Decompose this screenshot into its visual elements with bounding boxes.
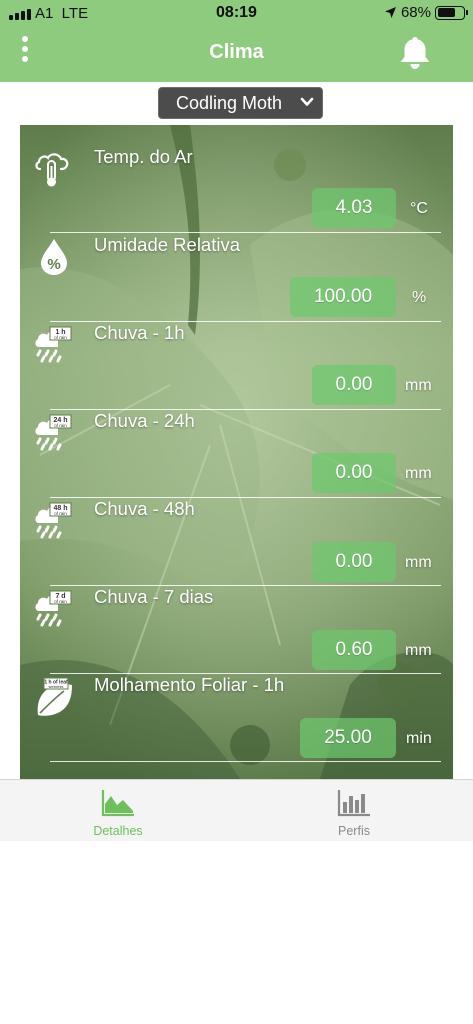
row-divider — [50, 232, 441, 233]
row-value-leaf-wetness: 25.00 — [300, 718, 396, 758]
rain-24h-badge-bottom: of rain — [54, 423, 67, 428]
rain-7d-badge-bottom: of rain — [54, 599, 67, 604]
row-label-rain-48h: Chuva - 48h — [94, 498, 195, 519]
row-label-rain-24h: Chuva - 24h — [94, 410, 195, 431]
row-value-rain-7d: 0.60 — [312, 630, 396, 670]
tab-perfis[interactable]: Perfis — [294, 788, 414, 838]
model-dropdown[interactable]: Codling Moth — [158, 87, 323, 119]
battery-percent: 68% — [400, 4, 431, 21]
row-value-rain-1h: 0.00 — [312, 365, 396, 405]
row-label-temp: Temp. do Ar — [94, 146, 193, 167]
selector-row: Codling Moth — [0, 82, 473, 125]
cloud-thermometer-icon — [35, 153, 69, 187]
bar-chart-icon — [337, 790, 370, 817]
rain-7d-icon: 7 d of rain — [35, 590, 72, 627]
location-arrow-icon — [384, 7, 396, 18]
area-chart-icon — [101, 790, 134, 817]
battery-fill — [437, 8, 455, 17]
row-value-rain-48h: 0.00 — [312, 542, 396, 582]
row-label-rain-1h: Chuva - 1h — [94, 322, 185, 343]
top-bar: A1 LTE 08:19 68% Clima — [0, 0, 473, 82]
tab-perfis-label: Perfis — [338, 824, 370, 838]
model-dropdown-value: Codling Moth — [176, 92, 283, 113]
bottom-tab-bar: Detalhes Perfis — [0, 779, 473, 841]
chevron-down-icon — [300, 97, 314, 106]
rain-48h-badge-bottom: of rain — [54, 511, 67, 516]
rain-1h-badge-bottom: of rain — [54, 335, 67, 340]
weather-panel: Temp. do Ar 4.03 °C % Umidade Relativa 1… — [20, 125, 453, 779]
rain-24h-icon: 24 h of rain — [35, 414, 72, 451]
row-unit-rain-1h: mm — [405, 377, 432, 394]
leaf-wetness-icon: 1 h of leaf wetness — [37, 677, 72, 716]
battery-icon — [435, 5, 468, 20]
row-unit-rain-7d: mm — [405, 642, 432, 659]
row-unit-rain-24h: mm — [405, 465, 432, 482]
row-label-rain-7d: Chuva - 7 dias — [94, 586, 214, 607]
rain-48h-icon: 48 h of rain — [35, 502, 72, 539]
bell-icon[interactable] — [396, 34, 434, 72]
row-value-rain-24h: 0.00 — [312, 453, 396, 493]
humidity-drop-icon: % — [41, 239, 67, 275]
status-right: 68% — [384, 4, 468, 21]
status-bar: A1 LTE 08:19 68% — [0, 0, 473, 28]
row-label-humidity: Umidade Relativa — [94, 234, 241, 255]
row-value-humidity: 100.00 — [290, 277, 396, 317]
rain-1h-icon: 1 h of rain — [35, 326, 72, 363]
tab-detalhes[interactable]: Detalhes — [58, 788, 178, 838]
row-value-temp: 4.03 — [312, 188, 396, 228]
row-divider — [50, 761, 441, 762]
leaf-badge-bottom: wetness — [49, 684, 64, 689]
row-unit-leaf-wetness: min — [406, 730, 432, 747]
row-label-leaf-wetness: Molhamento Foliar - 1h — [94, 674, 285, 695]
row-unit-humidity: % — [412, 289, 427, 306]
tab-detalhes-label: Detalhes — [93, 824, 143, 838]
svg-text:%: % — [47, 256, 60, 273]
row-unit-rain-48h: mm — [405, 554, 432, 571]
row-unit-temp: °C — [410, 200, 428, 217]
